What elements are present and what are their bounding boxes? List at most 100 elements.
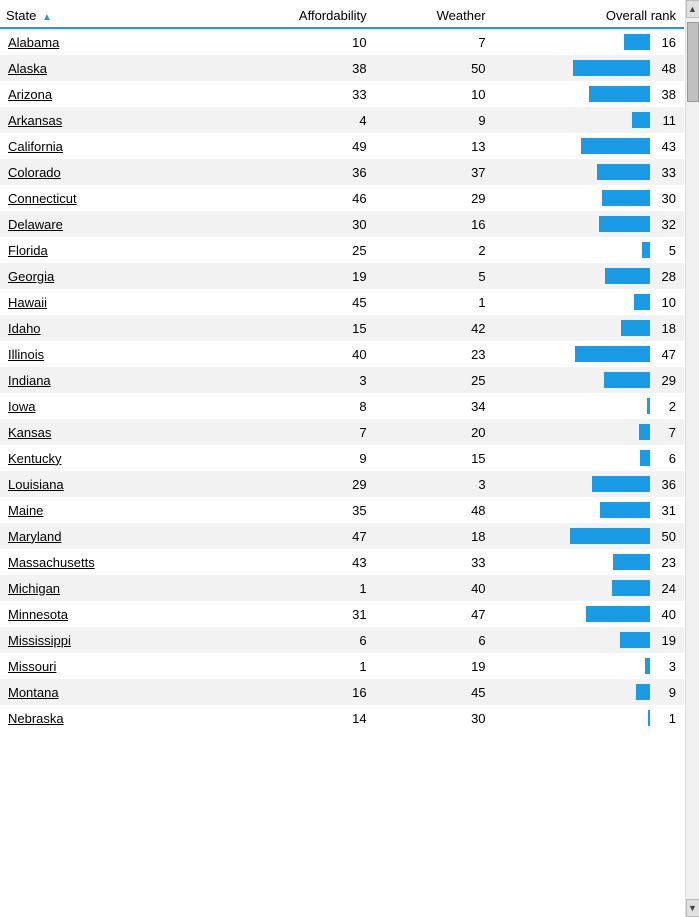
overall-header[interactable]: Overall rank bbox=[506, 0, 684, 28]
state-header-label: State bbox=[6, 8, 36, 23]
state-cell[interactable]: Alabama bbox=[0, 28, 238, 55]
scroll-down-button[interactable]: ▼ bbox=[686, 899, 699, 917]
overall-cell: 47 bbox=[506, 341, 684, 367]
state-cell[interactable]: Maine bbox=[0, 497, 238, 523]
table-row: Maryland471850 bbox=[0, 523, 684, 549]
weather-cell: 15 bbox=[387, 445, 506, 471]
table-row: Indiana32529 bbox=[0, 367, 684, 393]
state-cell[interactable]: Massachusetts bbox=[0, 549, 238, 575]
rank-bar bbox=[642, 242, 650, 258]
state-header[interactable]: State ▲ bbox=[0, 0, 238, 28]
weather-cell: 1 bbox=[387, 289, 506, 315]
state-cell[interactable]: Michigan bbox=[0, 575, 238, 601]
rank-bar bbox=[570, 528, 650, 544]
rank-bar bbox=[604, 372, 650, 388]
rank-bar bbox=[636, 684, 650, 700]
state-cell[interactable]: California bbox=[0, 133, 238, 159]
state-cell[interactable]: Nebraska bbox=[0, 705, 238, 731]
rank-bar bbox=[634, 294, 650, 310]
table-row: Michigan14024 bbox=[0, 575, 684, 601]
affordability-cell: 14 bbox=[238, 705, 387, 731]
state-cell[interactable]: Arkansas bbox=[0, 107, 238, 133]
state-cell[interactable]: Minnesota bbox=[0, 601, 238, 627]
rank-number: 1 bbox=[654, 711, 676, 726]
table-row: Maine354831 bbox=[0, 497, 684, 523]
state-cell[interactable]: Maryland bbox=[0, 523, 238, 549]
scroll-up-button[interactable]: ▲ bbox=[686, 0, 699, 18]
table-row: Mississippi6619 bbox=[0, 627, 684, 653]
affordability-header[interactable]: Affordability bbox=[238, 0, 387, 28]
rank-number: 28 bbox=[654, 269, 676, 284]
state-cell[interactable]: Idaho bbox=[0, 315, 238, 341]
overall-cell: 31 bbox=[506, 497, 684, 523]
table-row: Hawaii45110 bbox=[0, 289, 684, 315]
rank-bar bbox=[586, 606, 650, 622]
state-cell[interactable]: Arizona bbox=[0, 81, 238, 107]
table-row: Colorado363733 bbox=[0, 159, 684, 185]
overall-cell: 40 bbox=[506, 601, 684, 627]
affordability-cell: 4 bbox=[238, 107, 387, 133]
state-cell[interactable]: Florida bbox=[0, 237, 238, 263]
state-cell[interactable]: Montana bbox=[0, 679, 238, 705]
rank-bar bbox=[605, 268, 650, 284]
affordability-cell: 10 bbox=[238, 28, 387, 55]
weather-cell: 30 bbox=[387, 705, 506, 731]
rank-number: 5 bbox=[654, 243, 676, 258]
affordability-cell: 15 bbox=[238, 315, 387, 341]
rank-bar bbox=[648, 710, 650, 726]
rank-bar bbox=[640, 450, 650, 466]
state-cell[interactable]: Mississippi bbox=[0, 627, 238, 653]
rank-bar bbox=[621, 320, 650, 336]
overall-cell: 1 bbox=[506, 705, 684, 731]
overall-cell: 36 bbox=[506, 471, 684, 497]
rank-number: 48 bbox=[654, 61, 676, 76]
rank-bar bbox=[612, 580, 650, 596]
state-cell[interactable]: Georgia bbox=[0, 263, 238, 289]
weather-cell: 7 bbox=[387, 28, 506, 55]
table-row: Missouri1193 bbox=[0, 653, 684, 679]
rank-bar bbox=[592, 476, 650, 492]
rank-number: 3 bbox=[654, 659, 676, 674]
state-cell[interactable]: Delaware bbox=[0, 211, 238, 237]
state-cell[interactable]: Kansas bbox=[0, 419, 238, 445]
weather-cell: 2 bbox=[387, 237, 506, 263]
weather-cell: 33 bbox=[387, 549, 506, 575]
weather-header[interactable]: Weather bbox=[387, 0, 506, 28]
state-cell[interactable]: Alaska bbox=[0, 55, 238, 81]
overall-cell: 29 bbox=[506, 367, 684, 393]
state-cell[interactable]: Connecticut bbox=[0, 185, 238, 211]
table-row: Kentucky9156 bbox=[0, 445, 684, 471]
affordability-cell: 30 bbox=[238, 211, 387, 237]
rank-number: 38 bbox=[654, 87, 676, 102]
overall-cell: 6 bbox=[506, 445, 684, 471]
affordability-cell: 6 bbox=[238, 627, 387, 653]
weather-cell: 5 bbox=[387, 263, 506, 289]
table-row: Idaho154218 bbox=[0, 315, 684, 341]
table-container: State ▲ Affordability Weather Overall ra… bbox=[0, 0, 699, 917]
rank-number: 32 bbox=[654, 217, 676, 232]
state-cell[interactable]: Hawaii bbox=[0, 289, 238, 315]
scrollbar-track[interactable] bbox=[686, 18, 699, 917]
weather-cell: 34 bbox=[387, 393, 506, 419]
overall-cell: 30 bbox=[506, 185, 684, 211]
weather-cell: 40 bbox=[387, 575, 506, 601]
state-cell[interactable]: Missouri bbox=[0, 653, 238, 679]
state-cell[interactable]: Illinois bbox=[0, 341, 238, 367]
affordability-cell: 43 bbox=[238, 549, 387, 575]
scrollbar[interactable]: ▲ ▼ bbox=[685, 0, 699, 917]
state-cell[interactable]: Indiana bbox=[0, 367, 238, 393]
table-row: Iowa8342 bbox=[0, 393, 684, 419]
rank-bar bbox=[620, 632, 650, 648]
weather-cell: 45 bbox=[387, 679, 506, 705]
state-cell[interactable]: Kentucky bbox=[0, 445, 238, 471]
table-row: Florida2525 bbox=[0, 237, 684, 263]
state-cell[interactable]: Colorado bbox=[0, 159, 238, 185]
state-cell[interactable]: Iowa bbox=[0, 393, 238, 419]
rank-bar bbox=[639, 424, 650, 440]
rank-number: 18 bbox=[654, 321, 676, 336]
state-cell[interactable]: Louisiana bbox=[0, 471, 238, 497]
weather-cell: 13 bbox=[387, 133, 506, 159]
scrollbar-thumb[interactable] bbox=[687, 22, 699, 102]
rank-number: 23 bbox=[654, 555, 676, 570]
overall-cell: 48 bbox=[506, 55, 684, 81]
